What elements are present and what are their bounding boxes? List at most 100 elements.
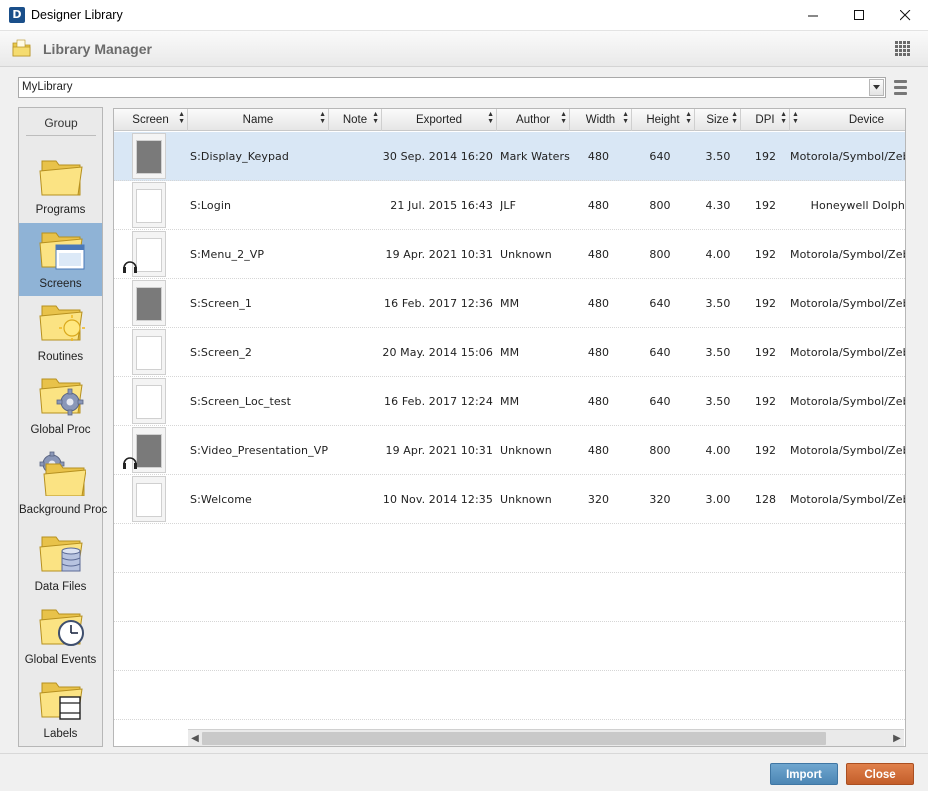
cell-width: 480: [587, 150, 610, 163]
column-header-label: Device: [848, 114, 884, 126]
group-item-global-proc[interactable]: Global Proc: [19, 371, 102, 444]
cell-height: 640: [649, 150, 671, 163]
menu-icon[interactable]: [891, 78, 910, 97]
cell-author: MM: [500, 395, 520, 408]
cell-author: Unknown: [500, 493, 552, 506]
scroll-right-icon[interactable]: ▶: [890, 731, 904, 746]
scrollbar-thumb[interactable]: [202, 732, 826, 745]
minimize-icon: [807, 15, 818, 17]
folder-label-icon: [39, 682, 83, 720]
cell-device: Motorola/Symbol/Zeb: [790, 395, 905, 408]
table-row[interactable]: S:Display_Keypad 30 Sep. 2014 16:20 Mark W…: [114, 132, 905, 181]
cell-size: 4.00: [705, 444, 731, 457]
cell-size: 4.30: [705, 199, 731, 212]
group-item-global-events[interactable]: Global Events: [19, 600, 102, 673]
cell-height: 640: [649, 395, 671, 408]
cell-width: 480: [587, 395, 610, 408]
group-label-routines: Routines: [37, 351, 84, 363]
table-row[interactable]: S:Menu_2_VP 19 Apr. 2021 10:31 Unknown 480 8…: [114, 230, 905, 279]
cell-height: 640: [649, 297, 671, 310]
cell-dpi: 192: [754, 297, 777, 310]
cell-device: Motorola/Symbol/Zeb: [790, 297, 905, 310]
group-item-data-files[interactable]: Data Files: [19, 527, 102, 600]
folder-gear-icon: [39, 378, 84, 416]
library-select-value: MyLibrary: [22, 81, 73, 93]
sort-icon: ▲ ▼: [731, 111, 738, 125]
column-header-name[interactable]: Name ▲ ▼: [188, 109, 329, 131]
scroll-left-icon[interactable]: ◀: [188, 731, 202, 746]
cell-width: 480: [587, 346, 610, 359]
column-header-size[interactable]: Size ▲ ▼: [695, 109, 741, 131]
column-header-author[interactable]: Author ▲ ▼: [497, 109, 570, 131]
screen-thumbnail: [132, 182, 166, 228]
close-button[interactable]: Close: [846, 763, 914, 785]
sort-icon: ▲ ▼: [622, 111, 629, 125]
screen-thumbnail: [132, 133, 166, 179]
cell-exported: 16 Feb. 2017 12:36: [384, 297, 493, 310]
cell-note: [329, 181, 382, 230]
cell-device: Motorola/Symbol/Zeb: [790, 346, 905, 359]
cell-note: [329, 230, 382, 279]
cell-size: 3.50: [705, 395, 731, 408]
library-select[interactable]: MyLibrary: [18, 77, 886, 98]
group-label-programs: Programs: [35, 204, 86, 216]
column-header-dpi[interactable]: DPI ▲ ▼: [741, 109, 790, 131]
group-label-labels: Labels: [43, 728, 78, 740]
horizontal-scrollbar[interactable]: ◀ ▶: [188, 729, 904, 746]
cell-exported: 10 Nov. 2014 12:35: [382, 493, 493, 506]
group-item-labels[interactable]: Labels: [19, 673, 102, 746]
cell-width: 320: [587, 493, 610, 506]
gear-folder-icon: [39, 451, 86, 496]
cell-dpi: 192: [754, 444, 777, 457]
group-label-data-files: Data Files: [34, 581, 87, 593]
sort-icon: ▲ ▼: [792, 111, 799, 125]
cell-size: 3.50: [705, 150, 731, 163]
dropdown-arrow-button[interactable]: [869, 79, 884, 96]
cell-exported: 30 Sep. 2014 16:20: [382, 150, 493, 163]
cell-size: 3.50: [705, 346, 731, 359]
cell-author: MM: [500, 297, 520, 310]
column-header-label: Height: [646, 114, 680, 126]
cell-dpi: 192: [754, 248, 777, 261]
column-header-width[interactable]: Width ▲ ▼: [570, 109, 632, 131]
cell-exported: 20 May. 2014 15:06: [382, 346, 493, 359]
folder-icon: [39, 160, 83, 196]
cell-size: 3.00: [705, 493, 731, 506]
grid-view-icon[interactable]: [895, 41, 910, 56]
column-header-note[interactable]: Note ▲ ▼: [329, 109, 382, 131]
table-row[interactable]: S:Welcome 10 Nov. 2014 12:35 Unknown 320 320…: [114, 475, 905, 524]
cell-height: 800: [649, 199, 671, 212]
title-bar: D Designer Library: [0, 0, 928, 31]
close-window-button[interactable]: [882, 0, 928, 31]
column-header-height[interactable]: Height ▲ ▼: [632, 109, 695, 131]
sort-icon: ▲ ▼: [780, 111, 787, 125]
page-title: Library Manager: [43, 41, 152, 57]
cell-dpi: 128: [754, 493, 777, 506]
group-item-programs[interactable]: Programs: [19, 145, 102, 218]
column-header-label: Author: [516, 114, 550, 126]
column-header-label: Screen: [132, 114, 169, 126]
folder-screens-icon: [39, 232, 85, 270]
table-row[interactable]: S:Screen_Loc_test 16 Feb. 2017 12:24 MM 480…: [114, 377, 905, 426]
group-item-background-proc[interactable]: Background Proc: [19, 444, 107, 527]
column-header-exported[interactable]: Exported ▲ ▼: [382, 109, 497, 131]
import-button[interactable]: Import: [770, 763, 838, 785]
table-row[interactable]: S:Screen_1 16 Feb. 2017 12:36 MM 480 640 3.50…: [114, 279, 905, 328]
cell-dpi: 192: [754, 150, 777, 163]
sort-icon: ▲ ▼: [487, 111, 494, 125]
table-row[interactable]: S:Screen_2 20 May. 2014 15:06 MM 480 640 3.50…: [114, 328, 905, 377]
group-item-routines[interactable]: Routines: [19, 298, 102, 371]
cell-device: Motorola/Symbol/Zeb: [790, 150, 905, 163]
screen-thumbnail: [132, 378, 166, 424]
cell-width: 480: [587, 444, 610, 457]
maximize-button[interactable]: [836, 0, 882, 31]
column-header-screen[interactable]: Screen ▲ ▼: [114, 109, 188, 131]
column-header-device[interactable]: Device ▲ ▼: [790, 109, 905, 131]
table-row[interactable]: S:Login 21 Jul. 2015 16:43 JLF 480 800 4.30 19…: [114, 181, 905, 230]
column-header-label: Name: [242, 114, 274, 126]
group-item-screens[interactable]: Screens: [19, 223, 102, 296]
empty-row: [114, 671, 905, 720]
cell-note: [329, 279, 382, 328]
table-row[interactable]: S:Video_Presentation_VP 19 Apr. 2021 10:3…: [114, 426, 905, 475]
minimize-button[interactable]: [790, 0, 836, 31]
